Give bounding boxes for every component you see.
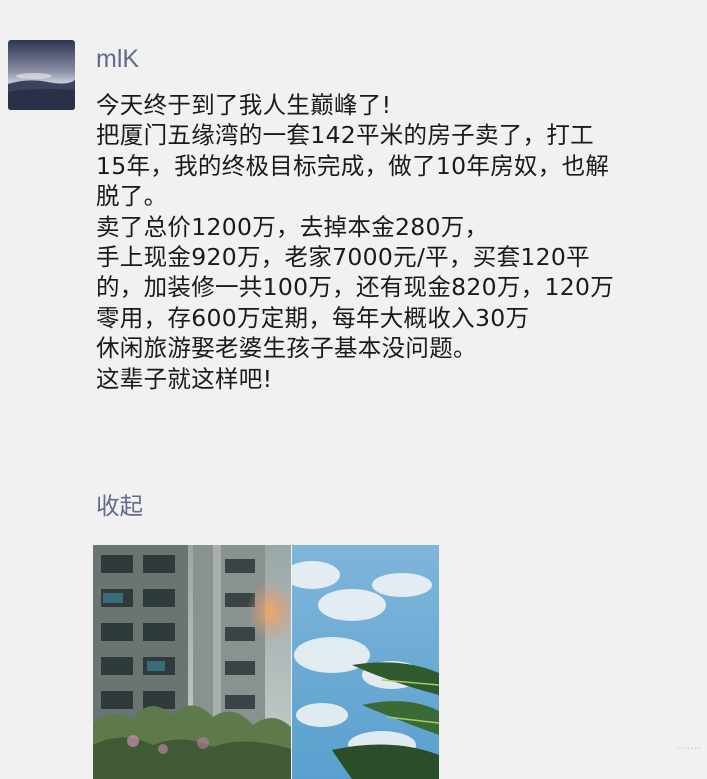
post-text-line: 休闲旅游娶老婆生孩子基本没问题。 [96, 334, 477, 363]
post-text-line: 这辈子就这样吧! [96, 364, 273, 393]
post-text-line: 的，加装修一共100万，还有现金820万，120万 [96, 273, 615, 302]
post-text-line: 卖了总价1200万，去掉本金280万， [96, 212, 489, 241]
author-name[interactable]: mlK [96, 44, 139, 74]
post-image-sky[interactable] [292, 545, 439, 779]
post-text-line: 15年，我的终极目标完成，做了10年房奴，也解 [96, 151, 610, 180]
post-text-line: 手上现金920万，老家7000元/平，买套120平 [96, 243, 590, 272]
post-image-building[interactable] [93, 545, 291, 779]
post-text-line: 零用，存600万定期，每年大概收入30万 [96, 303, 530, 332]
watermark: ······· [676, 742, 701, 755]
moments-post: mlK 今天终于到了我人生巅峰了! 把厦门五缘湾的一套142平米的房子卖了，打工… [0, 0, 707, 779]
sea-landscape-avatar-icon [8, 40, 75, 110]
sky-clouds-photo [292, 545, 439, 779]
post-text-line: 脱了。 [96, 182, 168, 211]
collapse-link[interactable]: 收起 [96, 491, 143, 521]
post-text-line: 今天终于到了我人生巅峰了! [96, 91, 392, 119]
avatar[interactable] [8, 40, 75, 110]
post-text-line: 把厦门五缘湾的一套142平米的房子卖了，打工 [96, 121, 594, 150]
post-text: 今天终于到了我人生巅峰了! 把厦门五缘湾的一套142平米的房子卖了，打工 15年… [96, 90, 696, 394]
apartment-building-photo [93, 545, 291, 779]
